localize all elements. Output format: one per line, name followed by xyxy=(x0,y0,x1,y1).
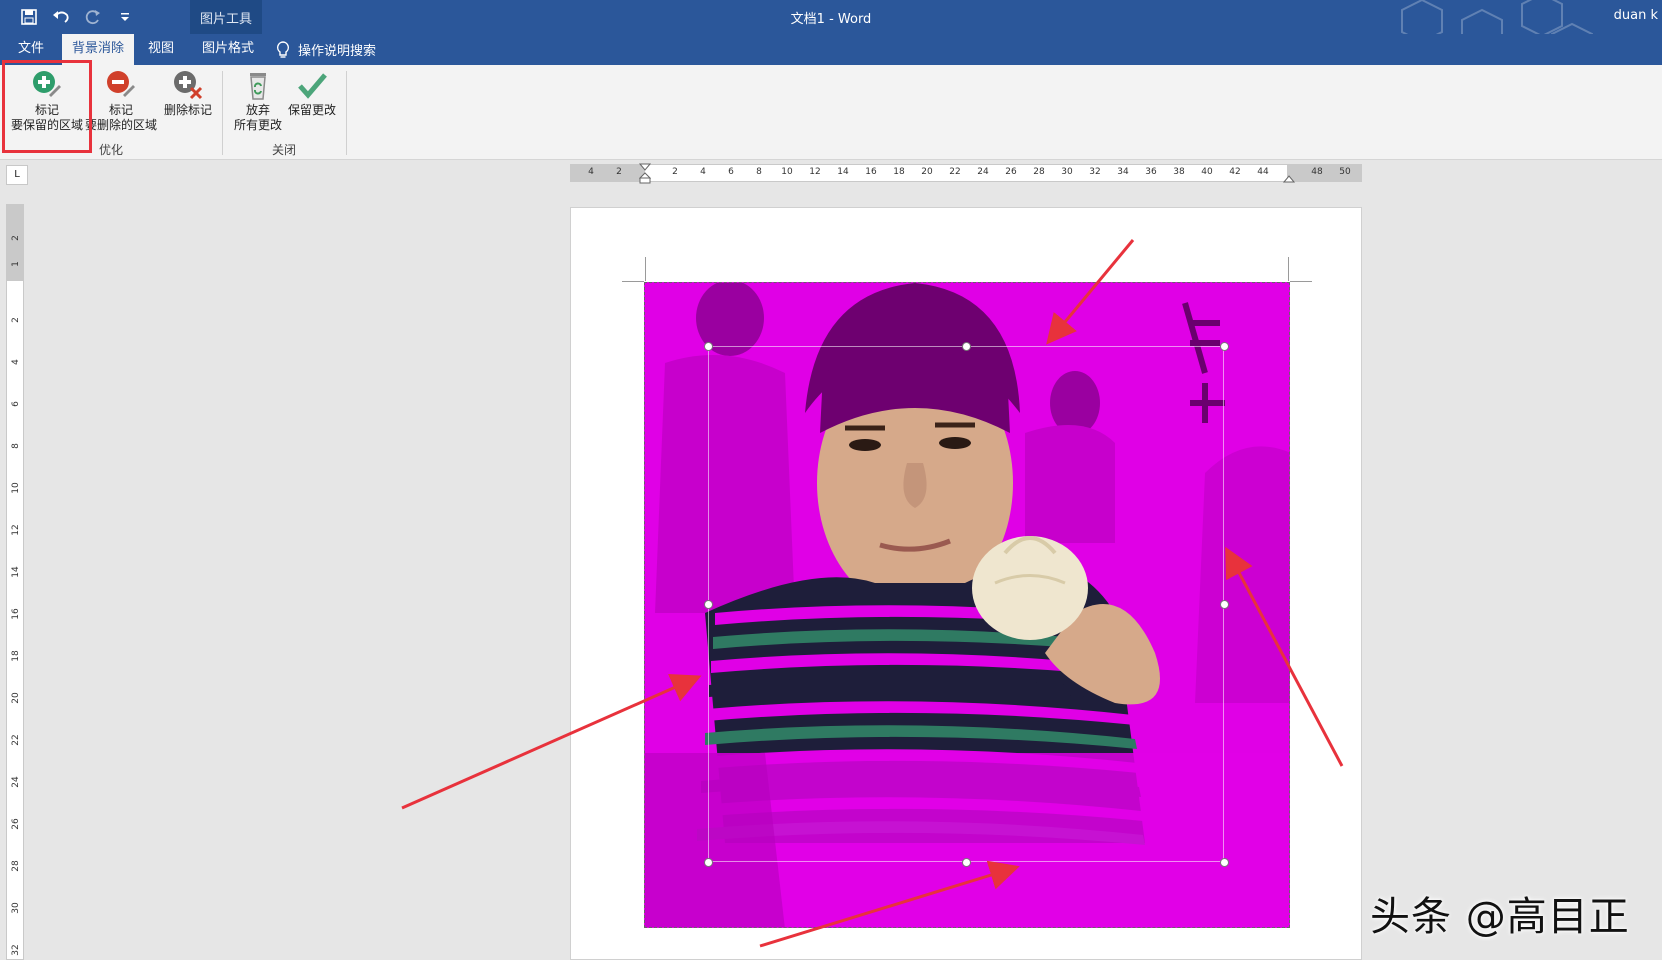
vertical-ruler[interactable]: 2 1 2 4 6 8 10 12 14 16 18 20 22 24 26 28 30 32 xyxy=(6,204,24,960)
ruler-tick-label: 32 xyxy=(11,944,21,956)
mark-remove-line1: 标记 xyxy=(108,103,133,117)
mark-remove-line2: 要删除的区域 xyxy=(84,118,157,132)
ruler-tick-label: 8 xyxy=(11,443,21,449)
ruler-tick-label: 2 xyxy=(616,167,622,177)
keep-changes-button[interactable]: 保留更改 xyxy=(282,69,342,118)
ruler-tick-label: 34 xyxy=(1117,167,1129,177)
watermark-text: 头条 @高目正 xyxy=(1370,894,1630,940)
resize-handle[interactable] xyxy=(962,342,971,351)
discard-all-changes-button[interactable]: 放弃 所有更改 xyxy=(230,69,286,133)
resize-handle[interactable] xyxy=(1220,342,1229,351)
user-name[interactable]: duan k xyxy=(1614,8,1658,23)
ruler-tick-label: 24 xyxy=(977,167,989,177)
resize-handle[interactable] xyxy=(1220,600,1229,609)
ruler-tick-label: 30 xyxy=(11,902,21,914)
horizontal-ruler[interactable]: 4 2 2 4 6 8 10 12 14 16 18 20 22 24 26 28 30 32 34 36 38 40 42… xyxy=(570,163,1362,184)
tab-selector[interactable]: L xyxy=(6,165,28,185)
ruler-tick-label: 30 xyxy=(1061,167,1073,177)
keep-changes-label: 保留更改 xyxy=(287,103,336,117)
ruler-tick-label: 20 xyxy=(11,692,21,704)
ruler-tick-label: 2 xyxy=(11,317,21,323)
ruler-tick-label: 14 xyxy=(11,566,21,578)
ruler-tick-label: 4 xyxy=(700,167,706,177)
ruler-tick-label: 18 xyxy=(893,167,905,177)
crop-mark xyxy=(645,257,646,281)
ruler-tick-label: 6 xyxy=(728,167,734,177)
ruler-tick-label: 1 xyxy=(11,261,21,267)
delete-mark-button[interactable]: 删除标记 xyxy=(160,69,216,118)
resize-handle[interactable] xyxy=(704,858,713,867)
group-separator xyxy=(346,71,347,155)
mark-areas-to-remove-button[interactable]: 标记 要删除的区域 xyxy=(84,69,158,133)
ruler-tick-label: 42 xyxy=(1229,167,1241,177)
ruler-tick-label: 14 xyxy=(837,167,849,177)
ruler-tick-label: 26 xyxy=(1005,167,1017,177)
ruler-tick-label: 18 xyxy=(11,650,21,662)
ruler-tick-label: 4 xyxy=(588,167,594,177)
ruler-tick-label: 28 xyxy=(11,860,21,872)
ruler-tick-label: 20 xyxy=(921,167,933,177)
group-label-close: 关闭 xyxy=(271,143,296,157)
ruler-tick-label: 16 xyxy=(11,608,21,620)
discard-line1: 放弃 xyxy=(245,103,270,117)
resize-handle[interactable] xyxy=(704,342,713,351)
tell-me-label: 操作说明搜索 xyxy=(298,44,377,59)
discard-line2: 所有更改 xyxy=(233,118,282,132)
ruler-tick-label: 4 xyxy=(11,359,21,365)
crop-mark xyxy=(622,281,644,282)
ruler-tick-label: 12 xyxy=(809,167,821,177)
ruler-tick-label: 50 xyxy=(1339,167,1351,177)
ruler-tick-label: 8 xyxy=(756,167,762,177)
ruler-tick-label: 6 xyxy=(11,401,21,407)
ruler-tick-label: 2 xyxy=(672,167,678,177)
ruler-tick-label: 40 xyxy=(1201,167,1213,177)
ruler-tick-label: 36 xyxy=(1145,167,1157,177)
ruler-tick-label: 10 xyxy=(781,167,793,177)
ruler-tick-label: 16 xyxy=(865,167,877,177)
minus-pencil-icon xyxy=(107,71,135,97)
ruler-tick-label: 22 xyxy=(949,167,961,177)
ruler-tick-label: 22 xyxy=(11,734,21,746)
ruler-tick-label: 44 xyxy=(1257,167,1269,177)
annotation-highlight-box xyxy=(2,60,92,153)
crop-mark xyxy=(1290,281,1312,282)
ruler-tick-label: 28 xyxy=(1033,167,1045,177)
ruler-tick-label: 48 xyxy=(1311,167,1323,177)
resize-handle[interactable] xyxy=(1220,858,1229,867)
delete-mark-icon xyxy=(174,71,203,100)
crop-mark xyxy=(1288,257,1289,281)
delete-mark-label: 删除标记 xyxy=(163,103,212,117)
resize-handle[interactable] xyxy=(962,858,971,867)
right-indent-marker-icon xyxy=(1283,175,1295,183)
lightbulb-icon xyxy=(276,40,290,58)
checkmark-icon xyxy=(298,73,327,99)
keep-area-marquee[interactable] xyxy=(708,346,1224,862)
indent-markers-icon xyxy=(639,163,651,184)
ruler-tick-label: 24 xyxy=(11,776,21,788)
ruler-tick-label: 32 xyxy=(1089,167,1101,177)
ribbon: 标记 要保留的区域 标记 要删除的区域 删除标记 优化 放弃 所有更改 保留更改… xyxy=(0,65,1662,160)
ruler-tick-label: 26 xyxy=(11,818,21,830)
tab-view[interactable]: 视图 xyxy=(138,34,184,65)
ruler-tick-label: 12 xyxy=(11,524,21,536)
tell-me-search[interactable]: 操作说明搜索 xyxy=(276,34,376,65)
ruler-tick-label: 38 xyxy=(1173,167,1185,177)
resize-handle[interactable] xyxy=(704,600,713,609)
window-title: 文档1 - Word xyxy=(790,12,872,27)
left-margin-area xyxy=(571,165,645,181)
tab-picture-format[interactable]: 图片格式 xyxy=(192,34,264,65)
ruler-tick-label: 2 xyxy=(11,235,21,241)
recycle-bin-icon xyxy=(250,73,266,100)
ruler-tick-label: 10 xyxy=(11,482,21,494)
